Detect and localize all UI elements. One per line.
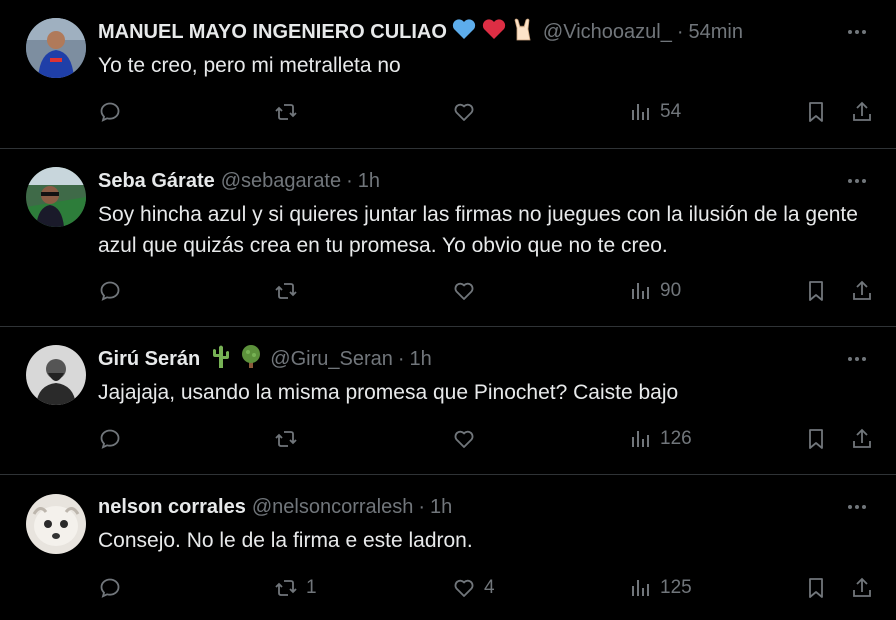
- share-icon: [853, 577, 871, 597]
- retweet-icon: [275, 580, 297, 596]
- user-handle[interactable]: @Vichooazul_: [543, 21, 672, 44]
- views-count: 125: [660, 577, 692, 598]
- retweet-icon: [275, 104, 297, 120]
- tweet-text: Consejo. No le de la firma e este ladron…: [98, 529, 473, 552]
- retweet-button[interactable]: [274, 100, 306, 124]
- bookmark-icon: [809, 429, 823, 449]
- bookmark-button[interactable]: [804, 279, 828, 303]
- avatar[interactable]: [26, 167, 86, 227]
- display-name[interactable]: MANUEL MAYO INGENIERO CULIAO: [98, 21, 447, 44]
- bookmark-icon: [809, 281, 823, 301]
- bookmark-icon: [809, 578, 823, 598]
- tweet[interactable]: MANUEL MAYO INGENIERO CULIAO @Vichooazul…: [0, 0, 896, 149]
- reply-button[interactable]: [98, 427, 130, 451]
- timestamp[interactable]: 1h: [430, 496, 452, 519]
- display-name[interactable]: nelson corrales: [98, 496, 246, 519]
- tweet[interactable]: Seba Gárate @sebagarate · 1h Soy hincha …: [0, 149, 896, 327]
- share-button[interactable]: [850, 279, 874, 303]
- separator-dot: ·: [397, 347, 405, 370]
- bookmark-button[interactable]: [804, 576, 828, 600]
- tweet-text: Jajajaja, usando la misma promesa que Pi…: [98, 381, 679, 404]
- rock-hand-icon: [511, 16, 537, 48]
- more-options-icon[interactable]: [846, 349, 868, 369]
- share-icon: [853, 101, 871, 121]
- views-icon: [632, 283, 649, 299]
- tree-icon: [238, 343, 264, 375]
- more-options-icon[interactable]: [846, 22, 868, 42]
- timestamp[interactable]: 1h: [410, 348, 432, 371]
- timestamp[interactable]: 54min: [689, 21, 743, 44]
- tweet[interactable]: Girú Serán @Giru_Seran · 1h Jajajaja, us…: [0, 327, 896, 475]
- user-handle[interactable]: @sebagarate: [221, 170, 341, 193]
- like-button[interactable]: [452, 100, 484, 124]
- share-button[interactable]: [850, 100, 874, 124]
- heart-icon: [454, 103, 474, 121]
- reply-button[interactable]: [98, 576, 130, 600]
- bookmark-button[interactable]: [804, 427, 828, 451]
- display-name[interactable]: Seba Gárate: [98, 170, 215, 193]
- views-button[interactable]: 125: [628, 576, 692, 600]
- separator-dot: ·: [418, 495, 426, 518]
- tweet[interactable]: nelson corrales @nelsoncorralesh · 1h Co…: [0, 475, 896, 620]
- like-count: 4: [484, 577, 495, 598]
- views-icon: [632, 104, 649, 120]
- views-button[interactable]: 90: [628, 279, 681, 303]
- retweet-button[interactable]: 1: [274, 576, 317, 600]
- display-name[interactable]: Girú Serán: [98, 348, 200, 371]
- heart-icon: [454, 430, 474, 448]
- views-count: 90: [660, 280, 682, 301]
- views-count: 54: [660, 101, 682, 122]
- user-handle[interactable]: @nelsoncorralesh: [252, 496, 414, 519]
- avatar[interactable]: [26, 494, 86, 554]
- share-icon: [853, 280, 871, 300]
- share-button[interactable]: [850, 427, 874, 451]
- views-count: 126: [660, 428, 692, 449]
- like-button[interactable]: 4: [452, 576, 495, 600]
- cactus-icon: [208, 343, 234, 375]
- separator-dot: ·: [346, 169, 353, 192]
- share-button[interactable]: [850, 576, 874, 600]
- views-button[interactable]: 126: [628, 427, 692, 451]
- reply-icon: [100, 429, 120, 449]
- views-icon: [632, 580, 649, 596]
- reply-icon: [100, 578, 120, 598]
- share-icon: [853, 428, 871, 448]
- reply-button[interactable]: [98, 279, 130, 303]
- reply-icon: [100, 281, 120, 301]
- red-heart-icon: [481, 17, 507, 47]
- heart-icon: [454, 579, 474, 597]
- views-button[interactable]: 54: [628, 100, 681, 124]
- retweet-count: 1: [306, 577, 317, 598]
- avatar[interactable]: [26, 18, 86, 78]
- timestamp[interactable]: 1h: [358, 170, 380, 193]
- reply-icon: [100, 102, 120, 122]
- more-options-icon[interactable]: [846, 171, 868, 191]
- tweet-text: Soy hincha azul y si quieres juntar las …: [98, 203, 858, 257]
- bookmark-button[interactable]: [804, 100, 828, 124]
- user-handle[interactable]: @Giru_Seran: [270, 348, 393, 371]
- tweet-text: Yo te creo, pero mi metralleta no: [98, 54, 401, 77]
- reply-button[interactable]: [98, 100, 130, 124]
- blue-heart-icon: [451, 17, 477, 47]
- retweet-icon: [275, 283, 297, 299]
- retweet-button[interactable]: [274, 427, 306, 451]
- more-options-icon[interactable]: [846, 497, 868, 517]
- separator-dot: ·: [676, 20, 684, 43]
- avatar[interactable]: [26, 345, 86, 405]
- retweet-icon: [275, 431, 297, 447]
- views-icon: [632, 431, 649, 447]
- heart-icon: [454, 282, 474, 300]
- like-button[interactable]: [452, 279, 484, 303]
- retweet-button[interactable]: [274, 279, 306, 303]
- like-button[interactable]: [452, 427, 484, 451]
- bookmark-icon: [809, 102, 823, 122]
